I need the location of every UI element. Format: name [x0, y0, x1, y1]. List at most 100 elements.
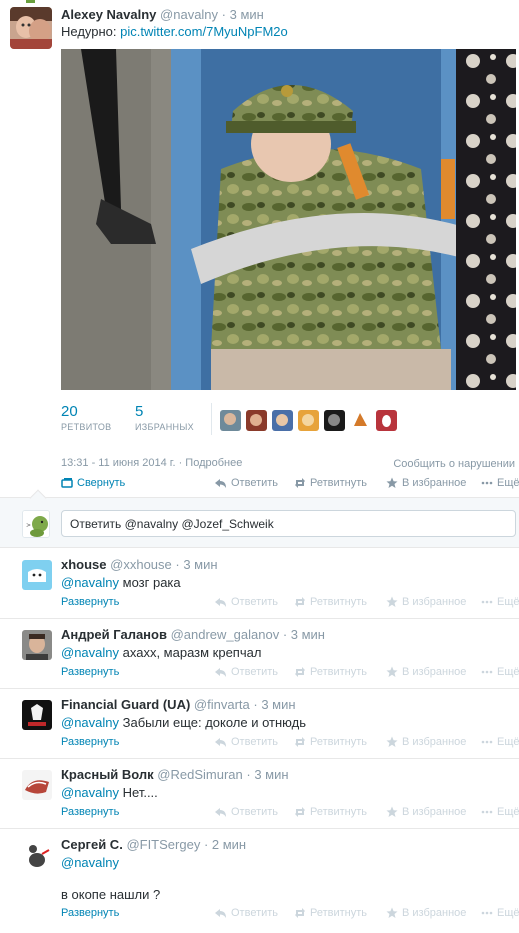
more-label: Ещё [497, 907, 519, 919]
author-username[interactable]: @navalny [160, 7, 218, 22]
reply-actions: Развернуть Ответить Ретвитнуть В избранное Е… [61, 907, 519, 921]
reply-text: @navalny ахахх, маразм крепчал [61, 645, 261, 660]
more-button[interactable]: Ещё [481, 806, 519, 818]
more-dots-icon [481, 670, 493, 674]
retweet-button[interactable]: Ретвитнуть [294, 907, 367, 919]
reply-avatar[interactable] [22, 770, 52, 800]
more-button[interactable]: Ещё [481, 596, 519, 608]
favorite-button[interactable]: В избранное [386, 907, 466, 919]
retweet-button[interactable]: Ретвитнуть [294, 736, 367, 748]
reply-time[interactable]: · 3 мин [175, 557, 217, 572]
reply-actions: Развернуть Ответить Ретвитнуть В избранное Е… [61, 666, 519, 680]
reply-mention[interactable]: @navalny [61, 575, 119, 590]
reply-body: Забыли еще: доколе и отнюдь [119, 715, 306, 730]
reply-mention[interactable]: @navalny [61, 785, 119, 800]
reply-body: Нет.... [119, 785, 158, 800]
reply-avatar[interactable] [22, 560, 52, 590]
tweet-photo-link[interactable]: pic.twitter.com/7MyuNpFM2o [120, 24, 288, 39]
favorite-button[interactable]: В избранное [386, 596, 466, 608]
reply-avatar[interactable] [22, 840, 52, 870]
retweets-stat[interactable]: 20 РЕТВИТОВ [61, 403, 111, 432]
expand-button[interactable]: Развернуть [61, 736, 119, 748]
reply-avatar[interactable] [22, 700, 52, 730]
expand-button[interactable]: Развернуть [61, 907, 119, 919]
main-avatar[interactable] [10, 7, 52, 49]
reply-username[interactable]: @RedSimuran [157, 767, 242, 782]
reply-arrow-icon [215, 808, 226, 817]
star-icon [386, 907, 398, 918]
favorite-button[interactable]: В избранное [386, 736, 466, 748]
reply-fullname[interactable]: Сергей С. [61, 837, 123, 852]
reply-fullname[interactable]: Красный Волк [61, 767, 154, 782]
retweet-label: Ретвитнуть [310, 806, 368, 818]
favorite-label: В избранное [402, 907, 467, 919]
reply-button[interactable]: Ответить [215, 907, 278, 919]
expand-button[interactable]: Развернуть [61, 666, 119, 678]
report-link[interactable]: Сообщить о нарушении [393, 458, 515, 470]
retweet-button[interactable]: Ретвитнуть [294, 666, 367, 678]
reply-input[interactable]: Ответить @navalny @Jozef_Schweik [61, 510, 516, 537]
reply-username[interactable]: @xxhouse [110, 557, 172, 572]
more-label: Ещё [497, 477, 519, 489]
reply-arrow-icon [215, 738, 226, 747]
tweet-photo[interactable] [61, 49, 516, 390]
reply-text: @navalny [61, 855, 119, 870]
reply-button[interactable]: Ответить [215, 477, 278, 489]
retweet-button[interactable]: Ретвитнуть [294, 477, 367, 489]
reply-box: > Ответить @navalny @Jozef_Schweik [0, 489, 519, 548]
reply-fullname[interactable]: xhouse [61, 557, 107, 572]
collapse-label: Свернуть [77, 477, 126, 489]
reply-time[interactable]: · 3 мин [246, 767, 288, 782]
more-button[interactable]: Ещё [481, 477, 519, 489]
more-dots-icon [481, 911, 493, 915]
retweeter-avatar[interactable] [324, 410, 345, 431]
retweeter-avatar[interactable] [246, 410, 267, 431]
reply-label: Ответить [231, 477, 279, 489]
favorite-button[interactable]: В избранное [386, 806, 466, 818]
retweeter-avatar[interactable] [350, 410, 371, 431]
author-fullname[interactable]: Alexey Navalny [61, 7, 156, 22]
reply-time[interactable]: · 3 мин [253, 697, 295, 712]
reply-username[interactable]: @finvarta [194, 697, 250, 712]
reply-button[interactable]: Ответить [215, 806, 278, 818]
reply-time[interactable]: · 3 мин [283, 627, 325, 642]
reply-button[interactable]: Ответить [215, 666, 278, 678]
retweeter-avatar[interactable] [220, 410, 241, 431]
tweet-time[interactable]: · 3 мин [222, 7, 264, 22]
expand-button[interactable]: Развернуть [61, 806, 119, 818]
reply-fullname[interactable]: Financial Guard (UA) [61, 697, 190, 712]
retweet-button[interactable]: Ретвитнуть [294, 806, 367, 818]
more-button[interactable]: Ещё [481, 666, 519, 678]
reply-time[interactable]: · 2 мин [204, 837, 246, 852]
expand-button[interactable]: Развернуть [61, 596, 119, 608]
reply-label: Ответить [231, 596, 279, 608]
retweeter-avatar[interactable] [272, 410, 293, 431]
reply-fullname[interactable]: Андрей Галанов [61, 627, 167, 642]
details-link[interactable]: · Подробнее [179, 457, 243, 469]
retweeter-avatar-egg[interactable] [376, 410, 397, 431]
reply-username[interactable]: @FITSergey [126, 837, 200, 852]
more-dots-icon [481, 810, 493, 814]
favorites-stat[interactable]: 5 ИЗБРАННЫХ [135, 403, 194, 432]
retweet-label: Ретвитнуть [310, 477, 368, 489]
reply-button[interactable]: Ответить [215, 596, 278, 608]
reply-label: Ответить [231, 806, 279, 818]
reply-mention[interactable]: @navalny [61, 855, 119, 870]
reply-mention[interactable]: @navalny [61, 715, 119, 730]
more-button[interactable]: Ещё [481, 736, 519, 748]
main-tweet-header: Alexey Navalny @navalny · 3 мин [61, 7, 264, 22]
retweeter-avatar[interactable] [298, 410, 319, 431]
reply-avatar[interactable] [22, 630, 52, 660]
reply-username[interactable]: @andrew_galanov [171, 627, 280, 642]
more-button[interactable]: Ещё [481, 907, 519, 919]
reply-button[interactable]: Ответить [215, 736, 278, 748]
favorite-button[interactable]: В избранное [386, 666, 466, 678]
retweet-button[interactable]: Ретвитнуть [294, 596, 367, 608]
reply-mention[interactable]: @navalny [61, 645, 119, 660]
collapse-button[interactable]: Свернуть [61, 477, 125, 489]
reply-text: @navalny мозг рака [61, 575, 181, 590]
favorite-button[interactable]: В избранное [386, 477, 466, 489]
star-icon [386, 596, 398, 607]
expand-label: Развернуть [61, 907, 120, 919]
retweets-label: РЕТВИТОВ [61, 422, 112, 432]
